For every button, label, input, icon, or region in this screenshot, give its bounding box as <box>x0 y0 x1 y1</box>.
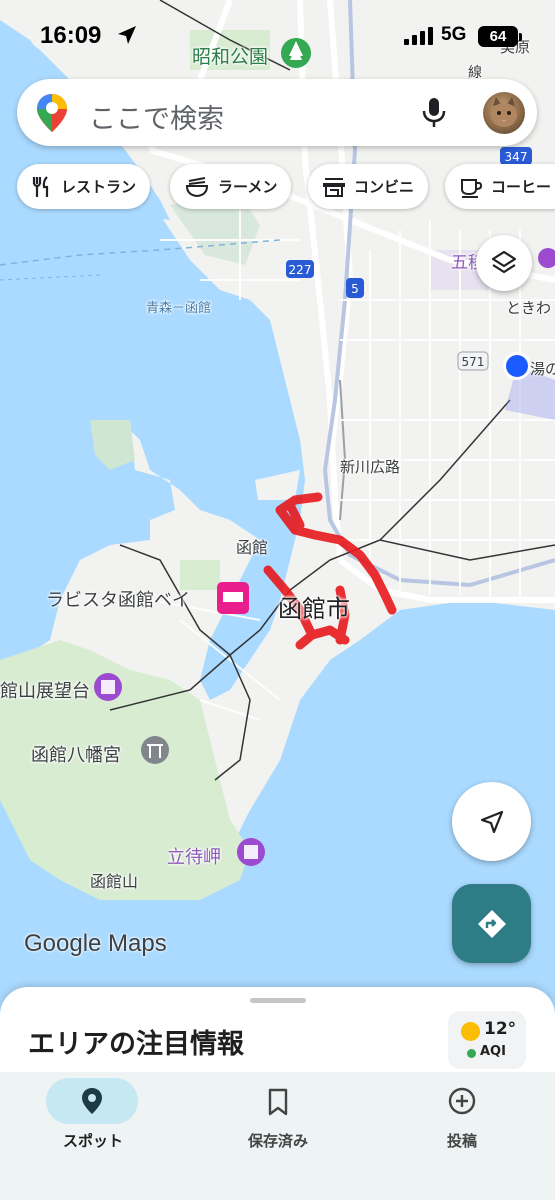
layers-icon <box>491 250 517 274</box>
nav-item-spots[interactable]: スポット <box>18 1072 168 1200</box>
aqi-status-dot <box>467 1049 476 1058</box>
bottom-nav: スポット 保存済み 投稿 <box>0 1072 555 1200</box>
bookmark-icon <box>268 1088 288 1116</box>
sun-icon <box>461 1022 480 1041</box>
location-arrow-icon <box>118 26 136 44</box>
location-pin-icon <box>82 1088 102 1114</box>
map-label-shinkawa: 新川広路 <box>340 458 401 476</box>
layers-button[interactable] <box>476 235 532 291</box>
navigation-arrow-icon <box>480 810 503 833</box>
directions-button[interactable] <box>452 884 531 963</box>
network-type: 5G <box>441 24 467 45</box>
search-input[interactable]: ここで検索 <box>89 97 224 136</box>
map-label-city: 函館市 <box>278 595 350 623</box>
google-maps-pin-icon <box>37 94 67 132</box>
fork-knife-icon <box>32 175 49 197</box>
store-icon <box>323 177 345 197</box>
temperature: 12° <box>484 1019 517 1039</box>
route-227-label: 227 <box>289 263 312 277</box>
cellular-signal-icon <box>404 27 433 45</box>
aqi-label: AQI <box>480 1044 506 1059</box>
route-571-label: 571 <box>462 355 485 369</box>
sheet-title: エリアの注目情報 <box>28 1029 244 1060</box>
map-label-observatory[interactable]: 函館山展望台 <box>0 677 90 703</box>
map-label-mt-hakodate: 函館山 <box>90 872 139 891</box>
drag-handle[interactable] <box>250 998 306 1003</box>
recenter-button[interactable] <box>452 782 531 861</box>
status-time: 16:09 <box>40 22 102 49</box>
route-347-label: 347 <box>505 150 528 164</box>
battery-cap <box>519 33 522 41</box>
avatar[interactable] <box>483 92 525 134</box>
map-label-hachimangu[interactable]: 函館八幡宮 <box>31 741 121 767</box>
nav-item-post[interactable]: 投稿 <box>387 1072 537 1200</box>
map-label-lavista[interactable]: ラビスタ函館ベイ <box>46 586 190 612</box>
chip-restaurant[interactable]: レストラン <box>17 164 151 209</box>
chip-label: コーヒー <box>491 178 552 196</box>
search-bar[interactable]: ここで検索 <box>17 79 537 146</box>
microphone-icon[interactable] <box>421 96 447 128</box>
chip-ramen[interactable]: ラーメン <box>170 164 292 209</box>
google-maps-attribution: Google Maps <box>24 930 167 957</box>
map-label-tachimachi[interactable]: 立待岬 <box>167 843 221 869</box>
map-label-ferry: 青森－函館 <box>146 301 212 316</box>
nav-label-saved: 保存済み <box>247 1132 308 1150</box>
chip-coffee[interactable]: コーヒー <box>445 164 555 209</box>
directions-icon <box>477 909 506 938</box>
ramen-bowl-icon <box>185 176 209 197</box>
map-label-yunokawa: 湯の <box>530 360 555 378</box>
chip-label: ラーメン <box>218 178 278 196</box>
nav-label-spots: スポット <box>62 1132 123 1150</box>
add-circle-icon <box>448 1087 476 1115</box>
chip-convenience-store[interactable]: コンビニ <box>308 164 429 209</box>
coffee-cup-icon <box>461 178 483 198</box>
nav-label-post: 投稿 <box>446 1132 477 1150</box>
map-label-tokiwa: ときわ <box>506 299 552 317</box>
chip-label: レストラン <box>61 178 137 196</box>
weather-card[interactable]: 12° AQI <box>448 1011 526 1069</box>
chip-label: コンビニ <box>354 178 415 196</box>
cat-photo <box>491 97 517 127</box>
route-5-label: 5 <box>351 282 359 296</box>
status-bar: 16:09 5G 64 <box>0 0 555 60</box>
map-label-hakodate-station[interactable]: 函館 <box>236 534 268 558</box>
nav-item-saved[interactable]: 保存済み <box>203 1072 353 1200</box>
battery-icon: 64 <box>478 26 518 47</box>
